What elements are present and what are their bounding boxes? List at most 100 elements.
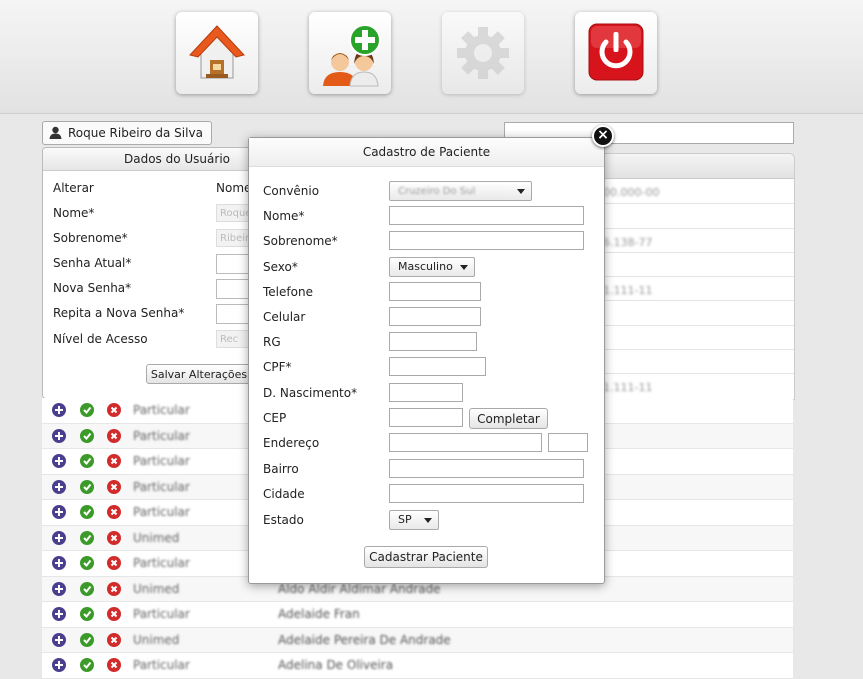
convenio-cell: Unimed [133, 581, 180, 596]
completar-button[interactable]: Completar [469, 408, 548, 429]
logout-button[interactable] [575, 12, 657, 94]
add-icon[interactable] [52, 556, 66, 570]
add-icon[interactable] [52, 581, 66, 596]
edit-icon[interactable] [80, 479, 94, 494]
bg-value: 00.000-00 [603, 186, 660, 199]
patient-name-cell: Adelaide Pereira De Andrade [278, 632, 451, 647]
close-icon[interactable]: × [592, 125, 614, 147]
convenio-cell: Particular [133, 454, 190, 468]
power-icon [588, 23, 644, 81]
convenio-cell: Particular [133, 428, 190, 443]
sobrenome-label: Sobrenome* [263, 234, 338, 248]
edit-icon[interactable] [80, 428, 94, 443]
delete-icon[interactable] [107, 581, 121, 596]
edit-icon[interactable] [80, 530, 94, 545]
top-toolbar [0, 0, 863, 114]
table-row: Particular Adelaide Fran [42, 602, 793, 628]
convenio-label: Convênio [263, 184, 320, 198]
delete-icon[interactable] [107, 556, 121, 570]
add-icon[interactable] [52, 658, 66, 672]
cpf-field[interactable] [389, 357, 486, 376]
save-changes-button[interactable]: Salvar Alterações [146, 364, 252, 384]
sexo-value: Masculino [398, 260, 453, 273]
edit-icon[interactable] [80, 581, 94, 596]
cidade-label: Cidade [263, 487, 305, 501]
add-icon[interactable] [52, 454, 66, 468]
row-label: Senha Atual* [53, 256, 132, 270]
row-extra: Nome [216, 181, 252, 195]
user-icon [49, 126, 62, 139]
gear-icon [457, 27, 509, 79]
convenio-cell: Particular [133, 505, 190, 519]
modal-title: Cadastro de Paciente [249, 138, 604, 167]
delete-icon[interactable] [107, 403, 121, 417]
estado-select[interactable]: SP [389, 510, 439, 530]
cidade-field[interactable] [389, 484, 584, 503]
delete-icon[interactable] [107, 658, 121, 672]
settings-button[interactable] [442, 12, 524, 94]
add-icon[interactable] [52, 505, 66, 519]
delete-icon[interactable] [107, 479, 121, 494]
nome-field[interactable] [389, 206, 584, 225]
endereco-label: Endereço [263, 436, 320, 450]
row-label: Alterar [53, 181, 94, 195]
cadastrar-paciente-button[interactable]: Cadastrar Paciente [364, 546, 488, 568]
delete-icon[interactable] [107, 428, 121, 443]
delete-icon[interactable] [107, 505, 121, 519]
bairro-field[interactable] [389, 459, 584, 478]
row-label: Nível de Acesso [53, 332, 148, 346]
edit-icon[interactable] [80, 607, 94, 621]
add-icon[interactable] [52, 428, 66, 443]
delete-icon[interactable] [107, 454, 121, 468]
edit-icon[interactable] [80, 454, 94, 468]
sexo-select[interactable]: Masculino [389, 257, 475, 277]
convenio-select[interactable]: Cruzeiro Do Sul [389, 181, 532, 201]
row-label: Sobrenome* [53, 231, 128, 245]
row-label: Nome* [53, 206, 95, 220]
cep-field[interactable] [389, 408, 463, 427]
chevron-down-icon [517, 189, 525, 194]
nome-label: Nome* [263, 209, 305, 223]
nascimento-field[interactable] [389, 383, 463, 402]
add-icon[interactable] [52, 607, 66, 621]
edit-icon[interactable] [80, 505, 94, 519]
sobrenome-field[interactable] [389, 231, 584, 250]
numero-field[interactable] [548, 433, 588, 452]
edit-icon[interactable] [80, 556, 94, 570]
add-icon[interactable] [52, 632, 66, 647]
add-icon[interactable] [52, 479, 66, 494]
delete-icon[interactable] [107, 607, 121, 621]
add-icon[interactable] [52, 403, 66, 417]
logged-user[interactable]: Roque Ribeiro da Silva [42, 121, 212, 145]
estado-label: Estado [263, 513, 304, 527]
add-patient-button[interactable] [309, 12, 391, 94]
rg-label: RG [263, 335, 281, 349]
delete-icon[interactable] [107, 632, 121, 647]
convenio-cell: Unimed [133, 530, 180, 545]
edit-icon[interactable] [80, 403, 94, 417]
panel-title: Dados do Usuário [43, 148, 251, 171]
celular-field[interactable] [389, 307, 481, 326]
celular-label: Celular [263, 310, 306, 324]
chevron-down-icon [424, 518, 432, 523]
convenio-cell: Particular [133, 556, 190, 570]
cpf-label: CPF* [263, 360, 292, 374]
convenio-cell: Particular [133, 607, 190, 621]
bg-value: 1.111-11 [603, 284, 653, 297]
patient-name-cell: Adelaide Fran [278, 607, 360, 621]
convenio-cell: Particular [133, 403, 190, 417]
edit-icon[interactable] [80, 632, 94, 647]
bg-value: 1.111-11 [603, 381, 653, 394]
delete-icon[interactable] [107, 530, 121, 545]
home-button[interactable] [176, 12, 258, 94]
rg-field[interactable] [389, 332, 477, 351]
add-icon[interactable] [52, 530, 66, 545]
telefone-field[interactable] [389, 282, 481, 301]
estado-value: SP [398, 513, 412, 526]
endereco-field[interactable] [389, 433, 542, 452]
nascimento-label: D. Nascimento* [263, 386, 358, 400]
convenio-cell: Unimed [133, 632, 180, 647]
edit-icon[interactable] [80, 658, 94, 672]
add-user-icon [323, 24, 381, 87]
cep-label: CEP [263, 411, 287, 425]
